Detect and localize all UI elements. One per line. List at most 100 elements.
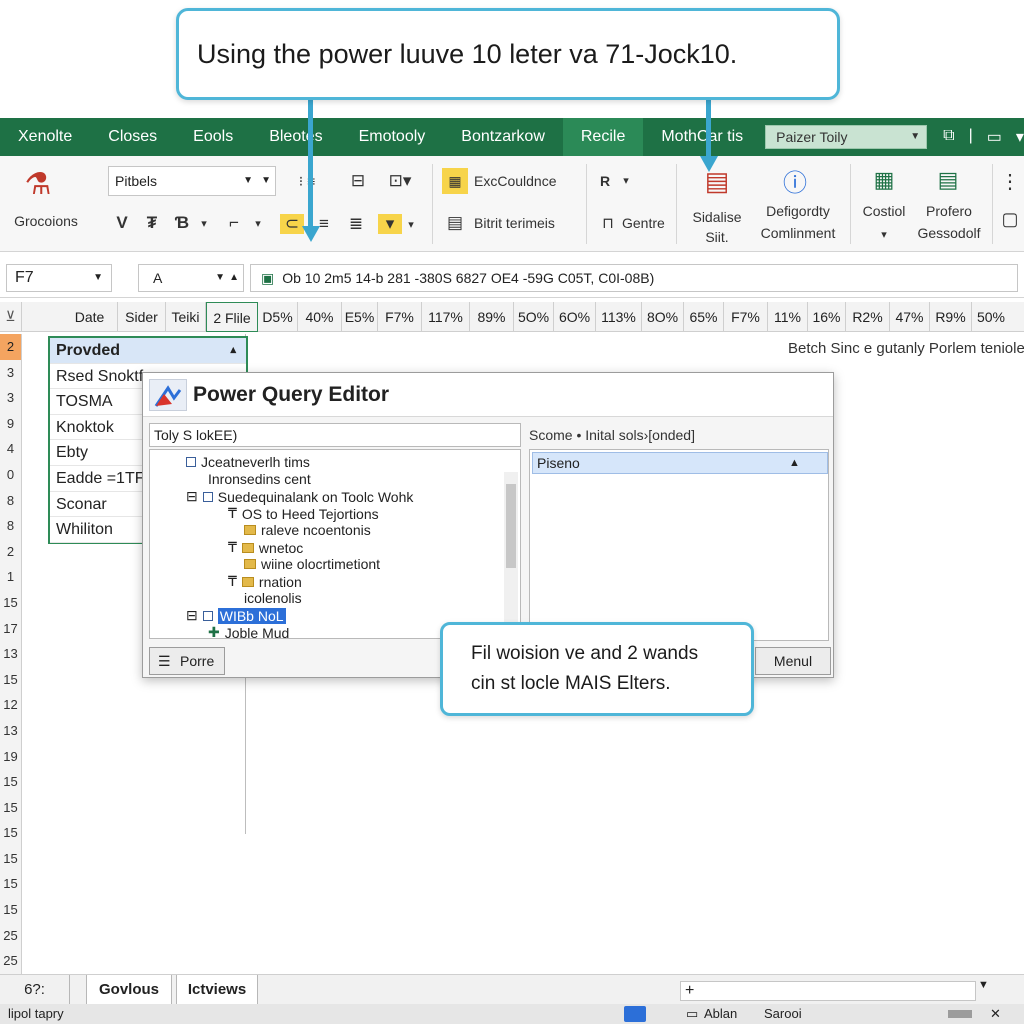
defig-label-1[interactable]: Defigordty [752,202,844,220]
column-header[interactable]: 2 Flile [206,302,258,332]
conditional-format-icon[interactable]: ▦ [442,168,468,194]
expand-icon[interactable]: ▢ [998,204,1022,234]
row-header[interactable]: 3 [0,385,21,411]
tab-xenolte[interactable]: Xenolte [0,118,90,156]
highlight-icon[interactable]: ▾ [378,214,402,234]
profero-label-2[interactable]: Gessodolf [912,224,986,242]
row-header[interactable]: 25 [0,948,21,974]
row-header[interactable]: 15 [0,590,21,616]
tree-scrollbar[interactable] [504,472,518,632]
border-icon[interactable]: ⌐ [222,210,246,236]
spreadsheet-icon[interactable]: ▦ [866,162,902,198]
chevron-down-icon[interactable]: ▾ [618,170,634,190]
tab-bontzarkow[interactable]: Bontzarkow [443,118,563,156]
column-header[interactable]: 113% [596,302,642,332]
row-header[interactable]: 15 [0,897,21,923]
sheet-tab-ictviews[interactable]: Ictviews [176,975,258,1005]
column-header[interactable]: F7% [378,302,422,332]
cells-bottom-label[interactable]: Gentre [622,214,665,232]
scrollbar-thumb[interactable] [506,484,516,568]
tree-item[interactable]: ✚ Joble Mud [208,624,289,638]
range-header-cell[interactable]: Provded ▴ [50,338,246,364]
fill-color-icon[interactable]: ⊂ [280,214,304,234]
row-header[interactable]: 17 [0,616,21,642]
row-header[interactable]: 13 [0,718,21,744]
costiol-label[interactable]: Costiol [852,202,916,220]
tab-recile[interactable]: Recile [562,118,644,156]
row-header[interactable]: 15 [0,846,21,872]
merge-icon[interactable]: ⊡▾ [380,168,420,194]
row-header[interactable]: 2 [0,539,21,565]
report-icon[interactable]: ▤ [930,162,966,198]
column-header[interactable]: 47% [890,302,930,332]
row-header[interactable]: 13 [0,641,21,667]
dialog-bottom-button[interactable]: ☰ Porre [149,647,225,675]
column-header[interactable]: R2% [846,302,890,332]
row-header[interactable]: 12 [0,692,21,718]
tree-item[interactable]: wiine olocrtimetiont [244,556,380,572]
row-header[interactable]: 3 [0,360,21,386]
row-header[interactable]: 15 [0,795,21,821]
menu-button[interactable]: Menul [755,647,831,675]
sort-icon[interactable]: ▲ [789,453,800,473]
row-header[interactable]: 0 [0,462,21,488]
column-header[interactable]: F7% [724,302,768,332]
expand-icon[interactable]: ⊟ [186,488,198,505]
wrap-text-icon[interactable]: ⊟ [346,168,370,194]
view-normal-icon[interactable] [624,1006,646,1022]
row-header[interactable]: 9 [0,411,21,437]
tree-item[interactable]: ₸ rnation [228,573,302,590]
chevron-down-icon[interactable]: ▼ [978,979,989,991]
chevron-down-icon[interactable]: ▾ [250,210,266,236]
tab-emotooly[interactable]: Emotooly [341,118,444,156]
close-icon[interactable]: ✕ [990,1004,1001,1024]
row-header[interactable]: 2 [0,334,21,360]
column-header[interactable]: Teiki [166,302,206,332]
profero-label-1[interactable]: Profero [912,202,986,220]
styles-bottom-label[interactable]: Bitrit terimeis [474,214,555,232]
tab-closes[interactable]: Closes [90,118,175,156]
row-header[interactable]: 25 [0,923,21,949]
styles-top-label[interactable]: ExcCouldnce [474,172,557,190]
format-v-icon[interactable]: V [112,210,132,236]
tree-item[interactable]: ₸ wnetoc [228,539,303,556]
tree-item[interactable]: Inronsedins cent [208,471,311,487]
select-all-corner[interactable]: ⊻ [0,302,22,332]
chevron-down-icon[interactable]: ▾ [404,212,418,236]
tree-item[interactable]: Jceatneverlh tims [186,454,310,470]
tree-item[interactable]: ₸ OS to Heed Tejortions [228,505,379,522]
font-name-select[interactable]: Pitbels ▼ ▼ [108,166,276,196]
query-name-input[interactable]: Toly S lokEE) [149,423,521,447]
cells-top-label[interactable]: R [600,172,610,190]
column-header[interactable]: Sider [118,302,166,332]
page-layout-icon[interactable]: ▭ [686,1004,698,1024]
column-header[interactable]: Date [62,302,118,332]
more-icon[interactable]: ⋮ [998,164,1022,198]
column-header[interactable]: 65% [684,302,724,332]
column-header[interactable]: 5O% [514,302,554,332]
row-header[interactable]: 15 [0,871,21,897]
tab-bleotes[interactable]: Bleotes [251,118,340,156]
column-header[interactable]: 6O% [554,302,596,332]
add-sheet-field[interactable]: + [680,981,976,1001]
chevron-down-icon[interactable]: ▾ [1016,127,1024,147]
column-header[interactable]: 117% [422,302,470,332]
formula-input[interactable]: ▣ Ob 10 2m5 14-b 281 -380S 6827 OE4 -59G … [250,264,1018,292]
column-header[interactable]: 16% [808,302,846,332]
column-header[interactable]: D5% [258,302,298,332]
sheet-nav[interactable]: 6?: [0,975,70,1005]
comments-icon[interactable]: ▭ [987,127,1002,147]
zoom-slider[interactable] [948,1010,972,1018]
info-document-icon[interactable]: ⓘ [776,162,814,198]
filter-dropdown-icon[interactable]: ▴ [230,338,236,364]
row-header[interactable]: 15 [0,820,21,846]
chevron-down-icon[interactable]: ▾ [196,210,212,236]
tab-eools[interactable]: Eools [175,118,251,156]
align-justify-icon[interactable]: ≣ [344,212,368,236]
tab-mothcar[interactable]: MothCar tis [643,118,761,156]
preview-selected-row[interactable]: Piseno ▲ [532,452,828,474]
cells-icon[interactable]: ⊓ [598,212,618,234]
tree-item[interactable]: icolenolis [244,590,302,606]
defig-label-2[interactable]: Comlinment [752,224,844,242]
row-header[interactable]: 19 [0,744,21,770]
